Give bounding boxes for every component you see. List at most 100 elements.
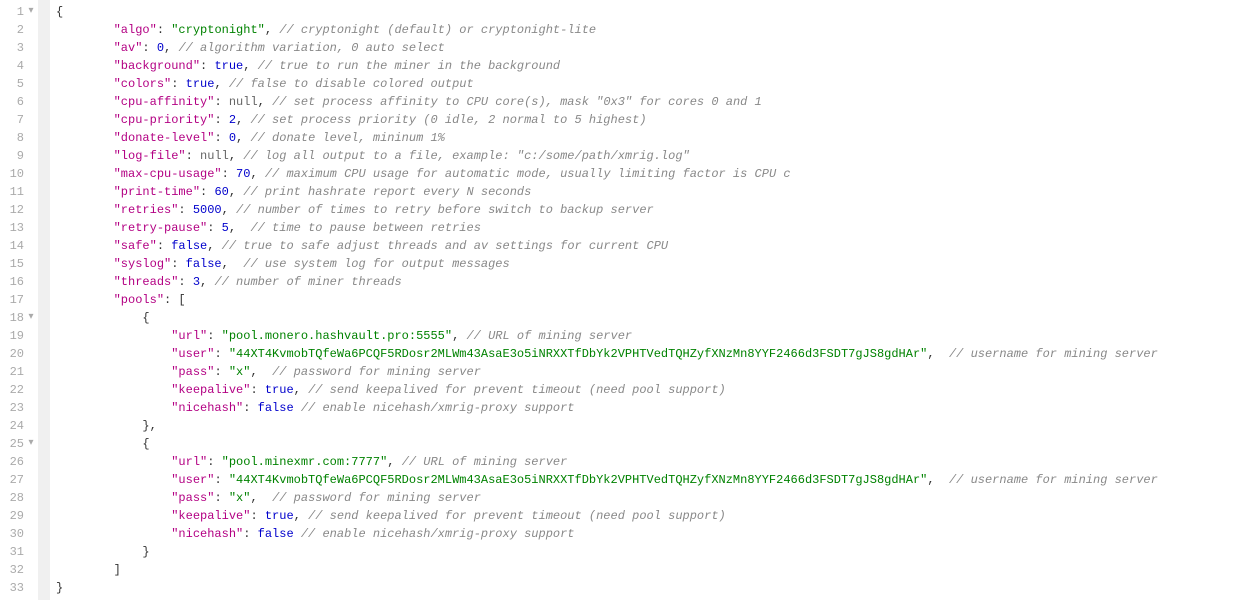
- line-number[interactable]: 1▾: [6, 3, 36, 21]
- line-number[interactable]: 27: [6, 471, 36, 489]
- comment: // set process priority (0 idle, 2 norma…: [250, 113, 646, 127]
- code-line[interactable]: "url": "pool.monero.hashvault.pro:5555",…: [56, 327, 1158, 345]
- line-number[interactable]: 29: [6, 507, 36, 525]
- code-editor[interactable]: 1▾2 3 4 5 6 7 8 9 10 11 12 13 14 15 16 1…: [0, 0, 1255, 600]
- line-number[interactable]: 31: [6, 543, 36, 561]
- line-number[interactable]: 13: [6, 219, 36, 237]
- line-number-text: 28: [6, 489, 24, 507]
- comment: // print hashrate report every N seconds: [243, 185, 531, 199]
- line-number[interactable]: 16: [6, 273, 36, 291]
- code-line[interactable]: "threads": 3, // number of miner threads: [56, 273, 1158, 291]
- line-number[interactable]: 21: [6, 363, 36, 381]
- indent: [56, 221, 114, 235]
- line-number[interactable]: 22: [6, 381, 36, 399]
- code-area[interactable]: { "algo": "cryptonight", // cryptonight …: [50, 0, 1164, 600]
- punctuation: {: [142, 437, 149, 451]
- line-number[interactable]: 9: [6, 147, 36, 165]
- code-line[interactable]: "keepalive": true, // send keepalived fo…: [56, 507, 1158, 525]
- code-line[interactable]: "donate-level": 0, // donate level, mini…: [56, 129, 1158, 147]
- indent: [56, 275, 114, 289]
- json-string: "44XT4KvmobTQfeWa6PCQF5RDosr2MLWm43AsaE3…: [229, 473, 928, 487]
- line-number[interactable]: 12: [6, 201, 36, 219]
- code-line[interactable]: "retries": 5000, // number of times to r…: [56, 201, 1158, 219]
- line-number[interactable]: 8: [6, 129, 36, 147]
- line-number[interactable]: 33: [6, 579, 36, 597]
- json-key: "cpu-affinity": [114, 95, 215, 109]
- code-line[interactable]: "colors": true, // false to disable colo…: [56, 75, 1158, 93]
- line-number[interactable]: 11: [6, 183, 36, 201]
- code-line[interactable]: "syslog": false, // use system log for o…: [56, 255, 1158, 273]
- code-line[interactable]: "cpu-priority": 2, // set process priori…: [56, 111, 1158, 129]
- code-line[interactable]: {: [56, 3, 1158, 21]
- line-number[interactable]: 2: [6, 21, 36, 39]
- code-line[interactable]: "max-cpu-usage": 70, // maximum CPU usag…: [56, 165, 1158, 183]
- line-number[interactable]: 10: [6, 165, 36, 183]
- json-boolean: true: [265, 383, 294, 397]
- code-line[interactable]: {: [56, 435, 1158, 453]
- line-number[interactable]: 26: [6, 453, 36, 471]
- code-line[interactable]: "user": "44XT4KvmobTQfeWa6PCQF5RDosr2MLW…: [56, 471, 1158, 489]
- code-line[interactable]: "nicehash": false // enable nicehash/xmr…: [56, 399, 1158, 417]
- code-line[interactable]: "cpu-affinity": null, // set process aff…: [56, 93, 1158, 111]
- code-line[interactable]: "url": "pool.minexmr.com:7777", // URL o…: [56, 453, 1158, 471]
- code-line[interactable]: }: [56, 579, 1158, 597]
- line-number[interactable]: 5: [6, 75, 36, 93]
- line-number[interactable]: 3: [6, 39, 36, 57]
- code-line[interactable]: "pools": [: [56, 291, 1158, 309]
- punctuation: :: [214, 95, 228, 109]
- line-number[interactable]: 18▾: [6, 309, 36, 327]
- line-number-text: 7: [6, 111, 24, 129]
- code-line[interactable]: }: [56, 543, 1158, 561]
- json-key: "keepalive": [171, 383, 250, 397]
- line-number[interactable]: 7: [6, 111, 36, 129]
- code-line[interactable]: },: [56, 417, 1158, 435]
- code-line[interactable]: "user": "44XT4KvmobTQfeWa6PCQF5RDosr2MLW…: [56, 345, 1158, 363]
- punctuation: {: [56, 5, 63, 19]
- line-number[interactable]: 32: [6, 561, 36, 579]
- code-line[interactable]: "keepalive": true, // send keepalived fo…: [56, 381, 1158, 399]
- fold-toggle-icon[interactable]: ▾: [24, 435, 36, 453]
- json-key: "background": [114, 59, 200, 73]
- code-line[interactable]: "print-time": 60, // print hashrate repo…: [56, 183, 1158, 201]
- punctuation: :: [186, 149, 200, 163]
- punctuation: :: [157, 23, 171, 37]
- line-number[interactable]: 15: [6, 255, 36, 273]
- code-line[interactable]: "background": true, // true to run the m…: [56, 57, 1158, 75]
- indent: [56, 527, 171, 541]
- line-number-text: 13: [6, 219, 24, 237]
- line-number[interactable]: 17: [6, 291, 36, 309]
- code-line[interactable]: "pass": "x", // password for mining serv…: [56, 363, 1158, 381]
- code-line[interactable]: "algo": "cryptonight", // cryptonight (d…: [56, 21, 1158, 39]
- indent: [56, 113, 114, 127]
- code-line[interactable]: "nicehash": false // enable nicehash/xmr…: [56, 525, 1158, 543]
- punctuation: :: [178, 203, 192, 217]
- fold-toggle-icon[interactable]: ▾: [24, 309, 36, 327]
- fold-toggle-icon[interactable]: ▾: [24, 3, 36, 21]
- line-number[interactable]: 23: [6, 399, 36, 417]
- line-number[interactable]: 14: [6, 237, 36, 255]
- line-number[interactable]: 4: [6, 57, 36, 75]
- code-line[interactable]: ]: [56, 561, 1158, 579]
- line-number[interactable]: 25▾: [6, 435, 36, 453]
- code-line[interactable]: "safe": false, // true to safe adjust th…: [56, 237, 1158, 255]
- code-line[interactable]: "pass": "x", // password for mining serv…: [56, 489, 1158, 507]
- code-line[interactable]: "retry-pause": 5, // time to pause betwe…: [56, 219, 1158, 237]
- gutter[interactable]: 1▾2 3 4 5 6 7 8 9 10 11 12 13 14 15 16 1…: [0, 0, 38, 600]
- comment: // send keepalived for prevent timeout (…: [308, 383, 726, 397]
- code-line[interactable]: "log-file": null, // log all output to a…: [56, 147, 1158, 165]
- json-string: "x": [229, 365, 251, 379]
- code-line[interactable]: {: [56, 309, 1158, 327]
- line-number-text: 4: [6, 57, 24, 75]
- line-number[interactable]: 19: [6, 327, 36, 345]
- line-number[interactable]: 28: [6, 489, 36, 507]
- indent: [56, 329, 171, 343]
- line-number[interactable]: 20: [6, 345, 36, 363]
- line-number[interactable]: 30: [6, 525, 36, 543]
- line-number-text: 31: [6, 543, 24, 561]
- punctuation: ,: [250, 167, 264, 181]
- json-number: 0: [229, 131, 236, 145]
- line-number[interactable]: 6: [6, 93, 36, 111]
- line-number[interactable]: 24: [6, 417, 36, 435]
- punctuation: :: [157, 239, 171, 253]
- code-line[interactable]: "av": 0, // algorithm variation, 0 auto …: [56, 39, 1158, 57]
